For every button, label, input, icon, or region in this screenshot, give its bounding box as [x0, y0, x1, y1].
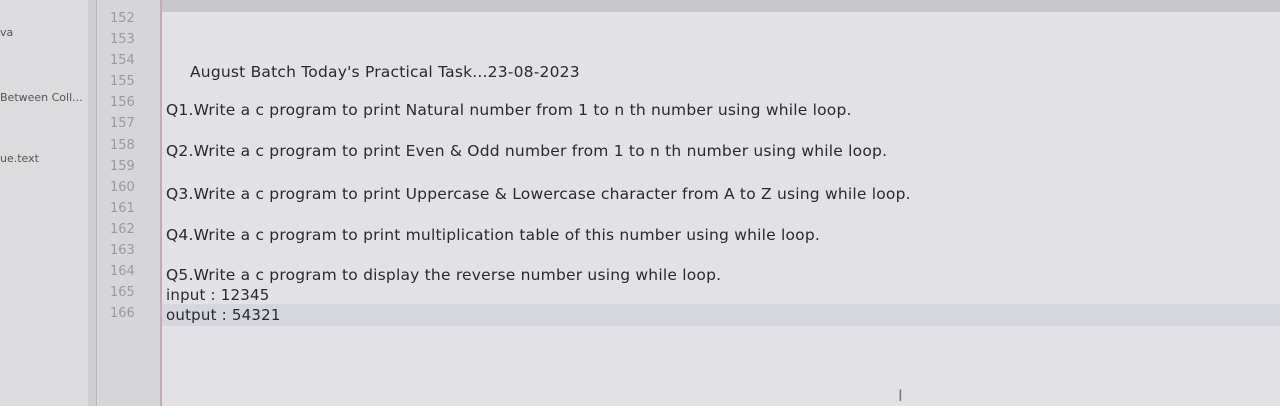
task-title[interactable]: August Batch Today's Practical Task...23…	[190, 63, 580, 81]
line-number-gutter: 152 153 154 155 156 157 158 159 160 161 …	[98, 0, 162, 406]
input-example[interactable]: input : 12345	[166, 286, 270, 304]
line-number: 152	[110, 11, 135, 26]
line-number: 159	[110, 159, 135, 174]
line-number: 163	[110, 243, 135, 258]
file-sidebar: va Between Coll... ue.text	[0, 0, 97, 406]
sidebar-scrollbar[interactable]	[88, 0, 96, 406]
text-cursor-icon: I	[898, 386, 903, 405]
line-number: 153	[110, 32, 135, 47]
line-number: 157	[110, 116, 135, 131]
line-number: 158	[110, 138, 135, 153]
line-number: 156	[110, 95, 135, 110]
question-3[interactable]: Q3.Write a c program to print Uppercase …	[166, 185, 911, 203]
output-example[interactable]: output : 54321	[166, 306, 281, 324]
question-2[interactable]: Q2.Write a c program to print Even & Odd…	[166, 142, 887, 160]
current-line-highlight	[162, 304, 1280, 326]
line-number: 162	[110, 222, 135, 237]
text-editor[interactable]: August Batch Today's Practical Task...23…	[162, 0, 1280, 406]
line-number: 160	[110, 180, 135, 195]
line-number: 166	[110, 306, 135, 321]
editor-top-bar	[162, 0, 1280, 12]
question-4[interactable]: Q4.Write a c program to print multiplica…	[166, 226, 820, 244]
sidebar-item-3[interactable]: ue.text	[0, 152, 96, 165]
question-5[interactable]: Q5.Write a c program to display the reve…	[166, 266, 721, 284]
sidebar-item-1[interactable]: va	[0, 26, 96, 39]
line-number: 155	[110, 74, 135, 89]
line-number: 161	[110, 201, 135, 216]
line-number: 165	[110, 285, 135, 300]
question-1[interactable]: Q1.Write a c program to print Natural nu…	[166, 101, 852, 119]
line-number: 164	[110, 264, 135, 279]
sidebar-item-2[interactable]: Between Coll...	[0, 91, 96, 104]
line-number: 154	[110, 53, 135, 68]
